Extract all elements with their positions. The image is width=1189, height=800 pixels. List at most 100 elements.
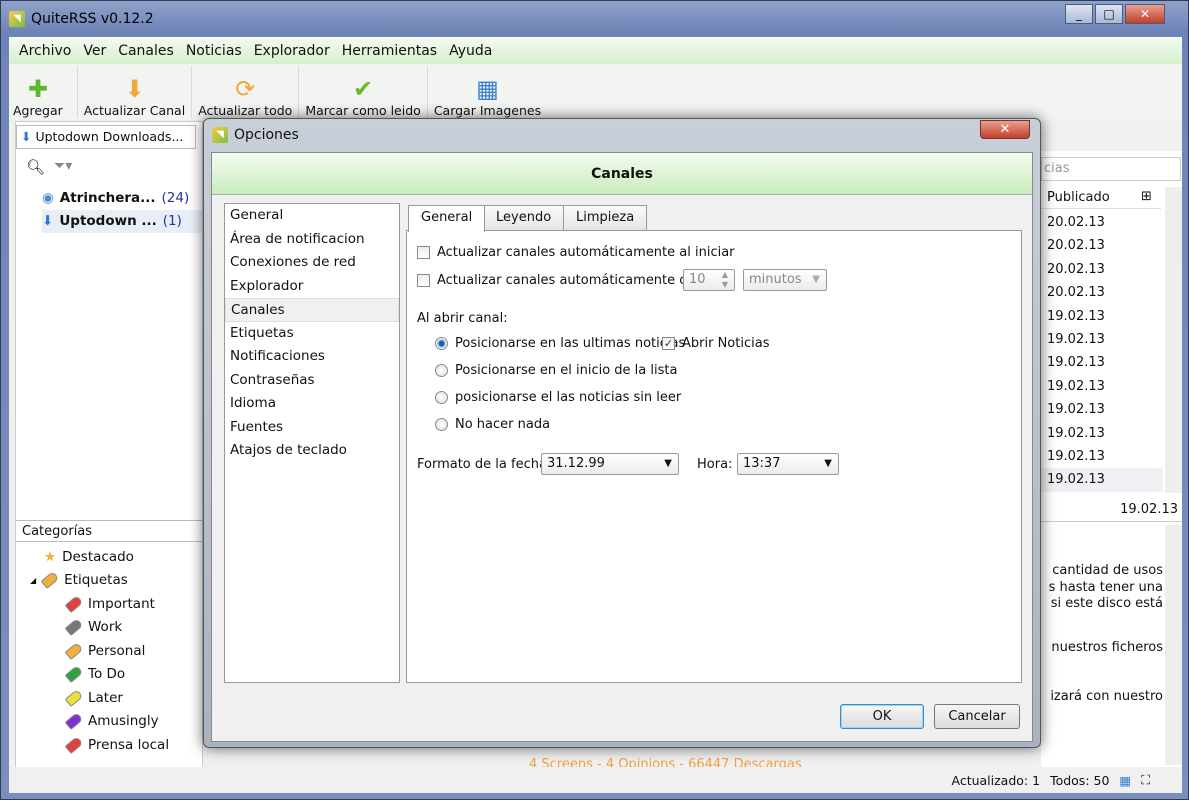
update-feed-button[interactable]: ⬇ Actualizar Canal — [78, 66, 193, 118]
date-format-label: Formato de la fecha: — [417, 457, 552, 472]
interval-unit-select[interactable]: minutos ▼ — [743, 269, 827, 291]
menu-ver[interactable]: Ver — [83, 43, 106, 59]
tag-icon — [64, 688, 84, 707]
tag-item[interactable]: Personal — [64, 639, 200, 663]
tag-item[interactable]: Amusingly — [64, 710, 200, 734]
filter-icon[interactable]: ⏷▾ — [54, 158, 72, 174]
download-icon: ⬇ — [21, 129, 32, 144]
open-news-option[interactable]: ✓ Abrir Noticias — [662, 336, 769, 351]
radio-unread[interactable]: posicionarse el las noticias sin leer — [435, 390, 681, 405]
news-row-date[interactable]: 20.02.13 — [1041, 281, 1163, 304]
tag-item[interactable]: Later — [64, 686, 200, 710]
expand-icon[interactable]: ◢ — [30, 576, 36, 585]
content-scrollbar[interactable] — [1165, 525, 1182, 765]
images-icon[interactable]: ▦ — [1119, 773, 1131, 788]
menu-explorador[interactable]: Explorador — [254, 43, 330, 59]
radio-list-start[interactable]: Posicionarse en el inicio de la lista — [435, 363, 677, 378]
time-format-select[interactable]: 13:37 ▼ — [737, 453, 839, 475]
radio-button[interactable] — [435, 391, 448, 404]
options-category-item[interactable]: Explorador — [225, 275, 399, 299]
status-total: Todos: 50 — [1050, 772, 1110, 788]
menu-ayuda[interactable]: Ayuda — [449, 43, 492, 59]
plus-icon: ✚ — [27, 75, 48, 103]
close-button[interactable]: ✕ — [1125, 4, 1165, 24]
news-row-date[interactable]: 20.02.13 — [1041, 258, 1163, 281]
tab-leyendo[interactable]: Leyendo — [483, 205, 565, 231]
list-scrollbar[interactable] — [1165, 187, 1182, 493]
options-category-item[interactable]: Notificaciones — [225, 345, 399, 369]
date-format-select[interactable]: 31.12.99 ▼ — [541, 453, 679, 475]
search-news-input[interactable]: cias — [1041, 157, 1181, 181]
options-category-item[interactable]: Etiquetas — [225, 322, 399, 346]
fullscreen-icon[interactable]: ⛶ — [1141, 772, 1150, 788]
checkbox[interactable] — [417, 274, 430, 287]
radio-button[interactable] — [435, 364, 448, 377]
options-category-item[interactable]: Área de notificacion — [225, 228, 399, 252]
menu-herramientas[interactable]: Herramientas — [342, 43, 437, 59]
news-row-date[interactable]: 20.02.13 — [1041, 234, 1163, 257]
dialog-close-button[interactable]: ✕ — [980, 120, 1030, 139]
load-images-button[interactable]: ▦ Cargar Imagenes — [428, 66, 547, 118]
search-icon[interactable]: 🔍︎ — [26, 158, 45, 176]
update-all-button[interactable]: ⟳ Actualizar todo — [192, 66, 300, 118]
detail-date: 19.02.13 — [1041, 499, 1182, 522]
menu-bar: Archivo Ver Canales Noticias Explorador … — [9, 37, 1182, 64]
menu-archivo[interactable]: Archivo — [19, 43, 71, 59]
feed-item[interactable]: ⬇ Uptodown ... (1) — [42, 209, 202, 233]
feed-item[interactable]: ◉ Atrinchera... (24) — [42, 186, 202, 210]
news-row-date[interactable]: 19.02.13 — [1041, 305, 1163, 328]
tag-icon — [64, 641, 84, 660]
options-category-item[interactable]: Contraseñas — [225, 369, 399, 393]
radio-latest-news[interactable]: Posicionarse en las ultimas noticias — [435, 336, 685, 351]
arrow-down-icon: ⬇ — [124, 75, 145, 103]
minimize-button[interactable]: _ — [1065, 4, 1093, 24]
menu-noticias[interactable]: Noticias — [186, 43, 242, 59]
options-category-item[interactable]: Conexiones de red — [225, 251, 399, 275]
columns-icon[interactable]: ⊞ — [1141, 189, 1152, 204]
auto-update-interval-option[interactable]: Actualizar canales automáticamente cada — [417, 273, 711, 288]
mark-read-button[interactable]: ✔ Marcar como leido — [299, 66, 428, 118]
tag-item[interactable]: Work — [64, 616, 200, 640]
news-row-date[interactable]: 19.02.13 — [1041, 351, 1163, 374]
radio-nothing[interactable]: No hacer nada — [435, 417, 550, 432]
menu-canales[interactable]: Canales — [118, 43, 174, 59]
news-row-date[interactable]: 20.02.13 — [1041, 211, 1163, 234]
news-row-date[interactable]: 19.02.13 — [1041, 328, 1163, 351]
news-row-date[interactable]: 19.02.13 — [1041, 398, 1163, 421]
spinner-arrows-icon[interactable]: ▲ ▼ — [722, 270, 728, 290]
options-category-item[interactable]: Fuentes — [225, 416, 399, 440]
radio-button[interactable] — [435, 418, 448, 431]
options-category-item[interactable]: General — [225, 204, 399, 228]
tab-feed[interactable]: ⬇ Uptodown Downloads... — [16, 125, 196, 149]
options-category-item[interactable]: Canales — [225, 298, 399, 322]
cancel-button[interactable]: Cancelar — [934, 704, 1020, 729]
tab-general[interactable]: General — [408, 205, 486, 232]
category-item[interactable]: ★ Destacado — [30, 545, 200, 569]
news-row-date[interactable]: 19.02.13 — [1041, 445, 1163, 468]
news-row-date[interactable]: 19.02.13 — [1041, 375, 1163, 398]
add-button[interactable]: ✚ Agregar — [9, 66, 78, 118]
options-category-list: General Área de notificacion Conexiones de… — [224, 203, 400, 683]
tab-limpieza[interactable]: Limpieza — [563, 205, 648, 231]
options-category-item[interactable]: Idioma — [225, 392, 399, 416]
date-column: 20.02.13 20.02.13 20.02.13 20.02.13 19.02.13… — [1041, 211, 1163, 492]
auto-update-start-option[interactable]: Actualizar canales automáticamente al in… — [417, 245, 735, 260]
checkbox[interactable] — [417, 246, 430, 259]
tag-item[interactable]: Important — [64, 592, 200, 616]
options-category-item[interactable]: Atajos de teclado — [225, 439, 399, 463]
radio-button[interactable] — [435, 337, 448, 350]
tag-label: Personal — [88, 642, 146, 659]
title-bar: ◥ QuiteRSS v0.12.2 — [9, 7, 154, 31]
maximize-button[interactable]: □ — [1095, 4, 1123, 24]
category-item[interactable]: ◢ Etiquetas — [30, 569, 200, 593]
news-row-date[interactable]: 19.02.13 — [1041, 422, 1163, 445]
tag-list: Important Work Personal To Do Later Amusingly… — [30, 592, 200, 757]
main-window: ◥ QuiteRSS v0.12.2 _ □ ✕ Archivo Ver Can… — [0, 0, 1189, 800]
ok-button[interactable]: OK — [840, 704, 924, 729]
chevron-down-icon: ▼ — [664, 458, 672, 469]
interval-spinbox[interactable]: 10 ▲ ▼ — [683, 269, 735, 291]
news-row-date[interactable]: 19.02.13 — [1041, 468, 1163, 492]
checkbox-checked[interactable]: ✓ — [662, 337, 675, 350]
tag-item[interactable]: Prensa local — [64, 733, 200, 757]
tag-item[interactable]: To Do — [64, 663, 200, 687]
